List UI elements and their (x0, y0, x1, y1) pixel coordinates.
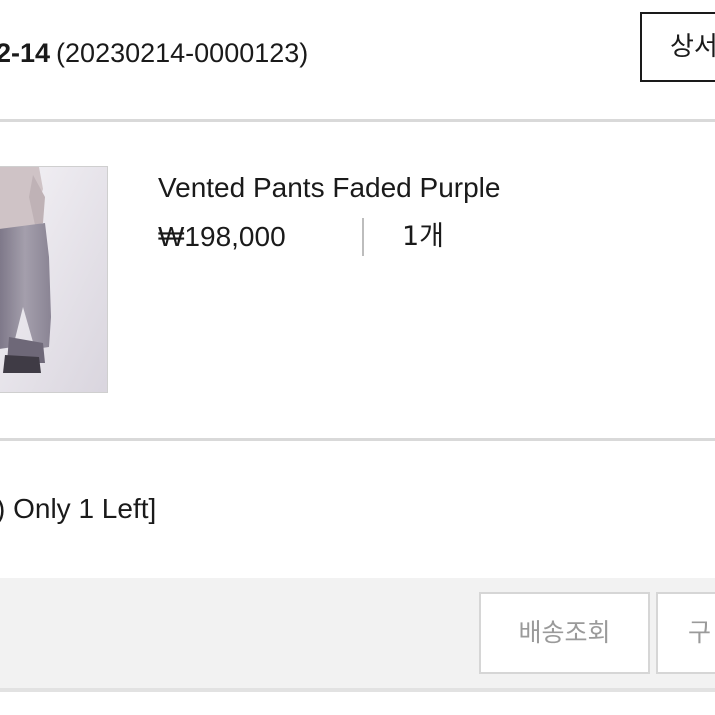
order-number: (20230214-0000123) (56, 38, 309, 68)
product-quantity: 1개 (402, 221, 445, 252)
product-price: ₩198,000 (158, 221, 286, 252)
divider (0, 438, 715, 441)
divider (0, 688, 715, 692)
order-note: ) Only 1 Left] (0, 493, 157, 524)
order-date: 2-14 (0, 38, 51, 68)
divider (0, 119, 715, 122)
order-detail-button[interactable]: 상서 (640, 12, 715, 82)
order-header: 2-14 (20230214-0000123) 상서 (0, 0, 715, 120)
purchase-confirm-button[interactable]: 구 (656, 592, 715, 674)
product-name[interactable]: Vented Pants Faded Purple (158, 168, 500, 208)
product-image[interactable] (0, 166, 108, 393)
track-delivery-button[interactable]: 배송조회 (479, 592, 650, 674)
pants-photo-icon (0, 167, 107, 392)
order-date-line: 2-14 (20230214-0000123) (0, 34, 308, 72)
price-quantity-separator (362, 218, 364, 256)
